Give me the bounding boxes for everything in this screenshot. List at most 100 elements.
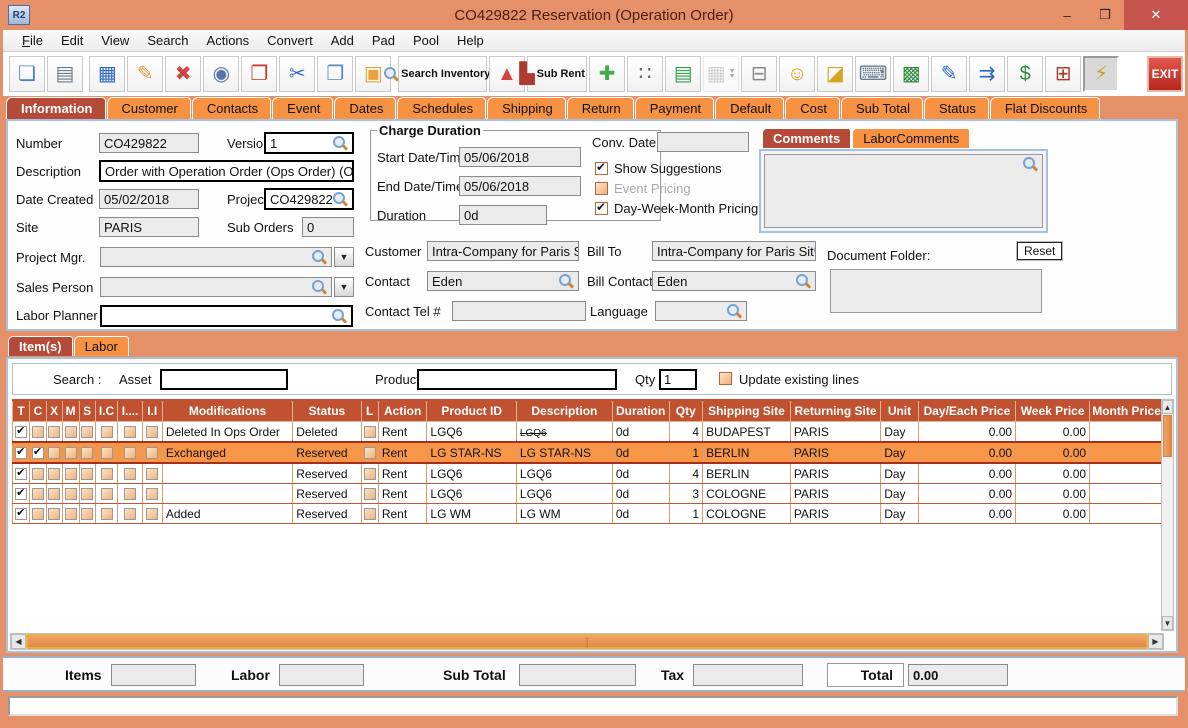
scroll-up-arrow[interactable]: ▲	[1162, 400, 1173, 414]
sales-person-dropdown[interactable]: ▼	[334, 277, 354, 297]
vehicles-button[interactable]: ⊞	[1045, 56, 1082, 92]
cell-action-4[interactable]: Rent	[377, 483, 428, 504]
tab-dates[interactable]: Dates	[334, 97, 397, 119]
find-binoculars-button[interactable]: ◉	[203, 56, 240, 92]
cell-c-3-checkbox[interactable]	[31, 468, 44, 481]
cell-shipping-site-2[interactable]: BERLIN	[702, 441, 791, 464]
cell-c-2-checkbox[interactable]	[31, 445, 44, 460]
project-mgr-field[interactable]	[100, 247, 332, 267]
cell-x-5[interactable]	[45, 503, 63, 524]
cell-ic-3[interactable]	[94, 463, 119, 484]
cell-description-5[interactable]: LG WM	[515, 503, 613, 524]
tab-comments[interactable]: Comments	[762, 128, 852, 148]
cell-day-price-2[interactable]: 0.00	[917, 441, 1017, 464]
cell-ic-2[interactable]	[94, 441, 119, 464]
cubes-button[interactable]: ▩	[893, 56, 930, 92]
cell-x-5-checkbox[interactable]	[48, 508, 61, 521]
customer-field[interactable]: Intra-Company for Paris Sit	[427, 241, 579, 261]
col-header-t[interactable]: T	[12, 399, 31, 422]
cell-action-2[interactable]: Rent	[377, 441, 428, 464]
cell-s-2-checkbox[interactable]	[81, 447, 94, 460]
cell-m-3-checkbox[interactable]	[64, 468, 77, 481]
bill-contact-field[interactable]: Eden	[652, 271, 816, 291]
horizontal-scroll-thumb[interactable]: ║	[26, 634, 1148, 649]
cell-m-4[interactable]	[61, 483, 80, 504]
menu-pool[interactable]: Pool	[404, 31, 448, 50]
tab-information[interactable]: Information	[6, 97, 106, 119]
copy-to-document-button[interactable]: ❐	[241, 56, 278, 92]
cell-ic-5-checkbox[interactable]	[100, 508, 113, 521]
project-mgr-dropdown[interactable]: ▼	[334, 247, 354, 267]
cell-idots-1-checkbox[interactable]	[124, 426, 137, 439]
cell-m-3[interactable]	[61, 463, 80, 484]
cell-ii-3-checkbox[interactable]	[146, 468, 159, 481]
cell-ii-4-checkbox[interactable]	[146, 488, 159, 501]
total-button[interactable]: Total	[827, 663, 904, 687]
cell-c-4[interactable]	[29, 483, 47, 504]
delete-button[interactable]: ✖	[165, 56, 202, 92]
cell-product-id-1[interactable]: LGQ6	[426, 421, 517, 443]
col-header-c[interactable]: C	[29, 399, 47, 422]
language-field[interactable]	[655, 301, 747, 321]
col-header-m[interactable]: M	[61, 399, 80, 422]
folder-history-button[interactable]: ◪	[817, 56, 854, 92]
sales-person-field[interactable]	[100, 277, 332, 297]
cell-ic-1-checkbox[interactable]	[100, 426, 113, 439]
tab-return[interactable]: Return	[566, 97, 634, 119]
tab-cost[interactable]: Cost	[785, 97, 840, 119]
cell-week-price-2[interactable]: 0.00	[1015, 441, 1091, 464]
cell-ic-1[interactable]	[94, 421, 119, 443]
bill-contact-search-icon[interactable]	[796, 273, 811, 289]
cell-c-5[interactable]	[29, 503, 47, 524]
cell-x-3[interactable]	[45, 463, 63, 484]
cell-m-5[interactable]	[61, 503, 80, 524]
project-mgr-search-icon[interactable]	[312, 249, 327, 265]
col-header-shipping-site[interactable]: Shipping Site	[702, 399, 791, 422]
cell-m-5-checkbox[interactable]	[64, 508, 77, 521]
cell-qty-4[interactable]: 3	[668, 483, 704, 504]
tab-event[interactable]: Event	[272, 97, 334, 119]
cell-qty-5[interactable]: 1	[668, 503, 704, 524]
cell-month-price-5[interactable]	[1089, 503, 1164, 524]
cell-qty-2[interactable]: 1	[668, 441, 704, 464]
cell-product-id-2[interactable]: LG STAR-NS	[426, 441, 517, 464]
cell-s-4-checkbox[interactable]	[81, 488, 94, 501]
cell-s-3[interactable]	[78, 463, 96, 484]
cell-idots-3-checkbox[interactable]	[124, 468, 137, 481]
tab-default[interactable]: Default	[715, 97, 785, 119]
edit-pencil-button[interactable]: ✎	[127, 56, 164, 92]
smiley-button[interactable]: ☺	[779, 56, 816, 92]
kit-components-button[interactable]: ∷	[627, 56, 664, 92]
cell-idots-1[interactable]	[117, 421, 143, 443]
scroll-left-arrow[interactable]: ◀	[11, 634, 26, 649]
cell-week-price-5[interactable]: 0.00	[1015, 503, 1091, 524]
cell-ic-4[interactable]	[94, 483, 119, 504]
cell-status-3[interactable]: Reserved	[292, 463, 362, 484]
cell-l-1[interactable]	[360, 421, 379, 443]
col-header-action[interactable]: Action	[377, 399, 428, 422]
document-edit-button[interactable]: ✎	[931, 56, 968, 92]
menu-view[interactable]: View	[92, 31, 138, 50]
cell-x-1-checkbox[interactable]	[48, 426, 61, 439]
cell-ii-4[interactable]	[141, 483, 163, 504]
cell-returning-site-3[interactable]: PARIS	[789, 463, 882, 484]
cell-t-1[interactable]	[12, 421, 31, 443]
col-header-qty[interactable]: Qty	[668, 399, 704, 422]
cell-modifications-2[interactable]: Exchanged	[161, 441, 294, 464]
price-notes-button[interactable]: $	[1007, 56, 1044, 92]
cell-week-price-4[interactable]: 0.00	[1015, 483, 1091, 504]
cell-unit-3[interactable]: Day	[880, 463, 919, 484]
cell-m-1[interactable]	[61, 421, 80, 443]
sub-rent-button[interactable]: ▙Sub Rent▼▼	[519, 56, 595, 92]
print-button[interactable]: ▤	[47, 56, 83, 92]
col-header-l[interactable]: L	[360, 399, 379, 422]
cell-m-1-checkbox[interactable]	[64, 426, 77, 439]
cell-t-3[interactable]	[12, 463, 31, 484]
cell-c-5-checkbox[interactable]	[31, 508, 44, 521]
cell-returning-site-5[interactable]: PARIS	[789, 503, 882, 524]
cell-t-3-checkbox[interactable]	[15, 466, 28, 481]
table-row-5[interactable]: AddedReservedRentLG WMLG WM0d1COLOGNEPAR…	[12, 503, 1164, 524]
cell-unit-4[interactable]: Day	[880, 483, 919, 504]
cell-shipping-site-4[interactable]: COLOGNE	[702, 483, 791, 504]
cell-l-4[interactable]	[360, 483, 379, 504]
